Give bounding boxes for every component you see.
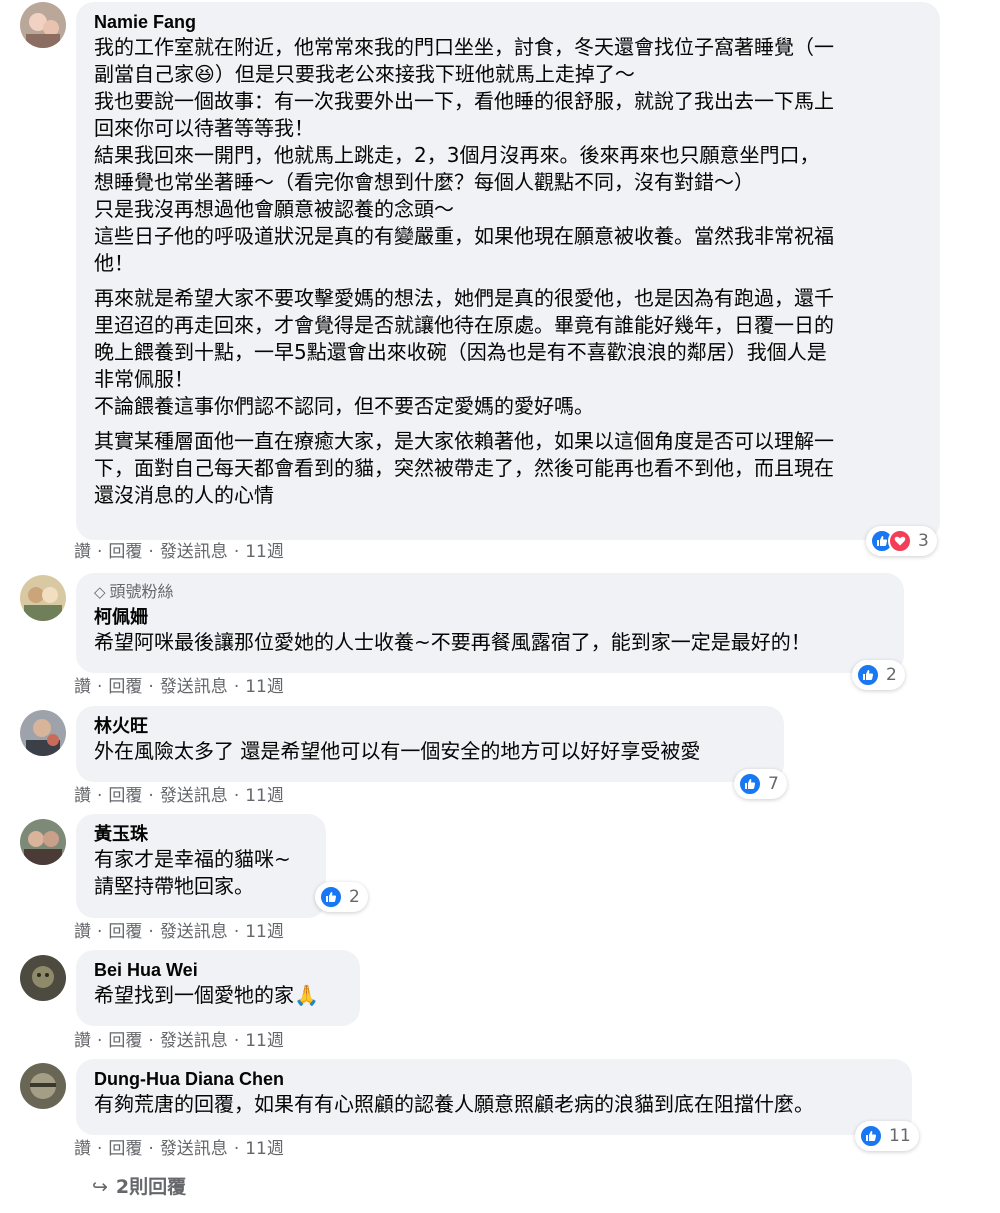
- send-message-button[interactable]: 發送訊息: [160, 786, 228, 806]
- reaction-summary[interactable]: 2: [852, 660, 905, 690]
- reaction-count: 2: [886, 665, 897, 685]
- avatar[interactable]: [20, 819, 66, 865]
- comment-actions: 讚 · 回覆 · 發送訊息 · 11週: [74, 677, 284, 697]
- comment-text: 我的工作室就在附近，他常常來我的門口坐坐，討食，冬天還會找位子窩著睡覺（一 副當…: [94, 35, 834, 275]
- send-message-button[interactable]: 發送訊息: [160, 1031, 228, 1051]
- avatar[interactable]: [20, 2, 66, 48]
- timestamp-link[interactable]: 11週: [245, 542, 284, 562]
- reply-button[interactable]: 回覆: [108, 1139, 142, 1159]
- view-replies-link[interactable]: ↪ 2則回覆: [92, 1172, 186, 1199]
- reaction-summary[interactable]: 11: [855, 1121, 919, 1151]
- view-replies-label: 2則回覆: [115, 1176, 187, 1198]
- comment-actions: 讚 · 回覆 · 發送訊息 · 11週: [74, 542, 284, 562]
- love-icon: [888, 529, 912, 553]
- comment-actions: 讚 · 回覆 · 發送訊息 · 11週: [74, 922, 284, 942]
- comment-text: 其實某種層面他一直在療癒大家，是大家依賴著他，如果以這個角度是否可以理解一 下，…: [94, 429, 834, 507]
- like-button[interactable]: 讚: [74, 677, 91, 697]
- comment-bubble: 林火旺 外在風險太多了 還是希望他可以有一個安全的地方可以好好享受被愛: [76, 706, 784, 782]
- reaction-summary[interactable]: 3: [866, 526, 937, 556]
- reply-button[interactable]: 回覆: [108, 786, 142, 806]
- like-button[interactable]: 讚: [74, 1031, 91, 1051]
- comment-bubble: Bei Hua Wei 希望找到一個愛牠的家🙏: [76, 950, 360, 1026]
- comment-author[interactable]: Bei Hua Wei: [94, 958, 346, 982]
- like-button[interactable]: 讚: [74, 786, 91, 806]
- comment-bubble: ◇ 頭號粉絲 柯佩姍 希望阿咪最後讓那位愛她的人士收養~不要再餐風露宿了，能到家一…: [76, 573, 904, 673]
- comment-text: 外在風險太多了 還是希望他可以有一個安全的地方可以好好享受被愛: [94, 739, 701, 763]
- send-message-button[interactable]: 發送訊息: [160, 1139, 228, 1159]
- comment-text: 再來就是希望大家不要攻擊愛媽的想法，她們是真的很愛他，也是因為有跑過，還千 里迢…: [94, 286, 834, 418]
- like-button[interactable]: 讚: [74, 1139, 91, 1159]
- reply-button[interactable]: 回覆: [108, 542, 142, 562]
- reply-arrow-icon: ↪: [92, 1176, 108, 1198]
- reply-button[interactable]: 回覆: [108, 1031, 142, 1051]
- avatar[interactable]: [20, 1063, 66, 1109]
- reaction-summary[interactable]: 2: [315, 882, 368, 912]
- reaction-count: 3: [918, 531, 929, 551]
- comment-author[interactable]: Namie Fang: [94, 10, 926, 34]
- like-icon: [319, 885, 343, 909]
- avatar[interactable]: [20, 710, 66, 756]
- diamond-icon: ◇: [94, 583, 106, 601]
- comment-author[interactable]: 林火旺: [94, 714, 770, 738]
- comment-bubble: Dung-Hua Diana Chen 有夠荒唐的回覆，如果有有心照顧的認養人願…: [76, 1059, 912, 1135]
- like-icon: [859, 1124, 883, 1148]
- like-button[interactable]: 讚: [74, 542, 91, 562]
- timestamp-link[interactable]: 11週: [245, 677, 284, 697]
- comment-text: 希望阿咪最後讓那位愛她的人士收養~不要再餐風露宿了，能到家一定是最好的！: [94, 630, 811, 654]
- comment-author[interactable]: Dung-Hua Diana Chen: [94, 1067, 898, 1091]
- avatar[interactable]: [20, 955, 66, 1001]
- like-icon: [738, 772, 762, 796]
- avatar[interactable]: [20, 575, 66, 621]
- comment-text: 有夠荒唐的回覆，如果有有心照顧的認養人願意照顧老病的浪貓到底在阻擋什麼。: [94, 1092, 814, 1116]
- comment-actions: 讚 · 回覆 · 發送訊息 · 11週: [74, 1031, 284, 1051]
- comment-author[interactable]: 黃玉珠: [94, 822, 312, 846]
- send-message-button[interactable]: 發送訊息: [160, 542, 228, 562]
- comment-bubble: 黃玉珠 有家才是幸福的貓咪~ 請堅持帶牠回家。: [76, 814, 326, 918]
- reaction-count: 7: [768, 774, 779, 794]
- comment-actions: 讚 · 回覆 · 發送訊息 · 11週: [74, 786, 284, 806]
- comment-text: 有家才是幸福的貓咪~ 請堅持帶牠回家。: [94, 847, 291, 898]
- timestamp-link[interactable]: 11週: [245, 922, 284, 942]
- like-button[interactable]: 讚: [74, 922, 91, 942]
- reply-button[interactable]: 回覆: [108, 922, 142, 942]
- reaction-count: 2: [349, 887, 360, 907]
- timestamp-link[interactable]: 11週: [245, 1031, 284, 1051]
- like-icon: [856, 663, 880, 687]
- comment-author[interactable]: 柯佩姍: [94, 605, 890, 629]
- timestamp-link[interactable]: 11週: [245, 1139, 284, 1159]
- timestamp-link[interactable]: 11週: [245, 786, 284, 806]
- reply-button[interactable]: 回覆: [108, 677, 142, 697]
- comment-bubble: Namie Fang 我的工作室就在附近，他常常來我的門口坐坐，討食，冬天還會找…: [76, 2, 940, 540]
- send-message-button[interactable]: 發送訊息: [160, 677, 228, 697]
- comment-actions: 讚 · 回覆 · 發送訊息 · 11週: [74, 1139, 284, 1159]
- comment-text: 希望找到一個愛牠的家🙏: [94, 983, 319, 1007]
- reaction-count: 11: [889, 1126, 911, 1146]
- send-message-button[interactable]: 發送訊息: [160, 922, 228, 942]
- top-fan-badge: ◇ 頭號粉絲: [94, 582, 174, 601]
- reaction-summary[interactable]: 7: [734, 769, 787, 799]
